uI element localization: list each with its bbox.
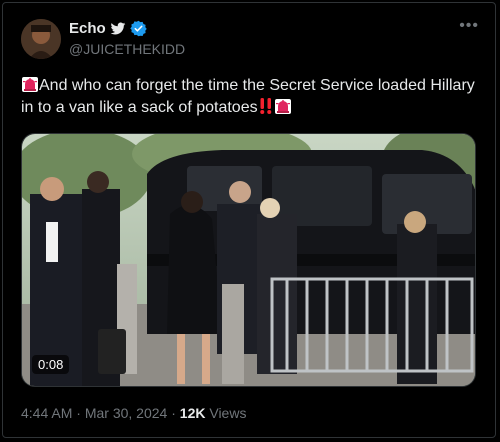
author-name-row: Echo xyxy=(69,20,147,37)
author-name[interactable]: Echo xyxy=(69,20,106,37)
bird-icon xyxy=(110,22,126,34)
avatar[interactable] xyxy=(21,19,61,59)
tweet-card[interactable]: Echo @JUICETHEKIDD ••• And who can forge… xyxy=(2,2,496,438)
video-thumbnail xyxy=(22,134,475,386)
tweet-meta: 4:44 AM · Mar 30, 2024 · 12K Views xyxy=(21,405,246,421)
tweet-date[interactable]: Mar 30, 2024 xyxy=(85,405,168,421)
verified-badge-icon[interactable] xyxy=(129,20,147,37)
siren-emoji xyxy=(22,77,38,92)
avatar-image xyxy=(21,19,61,59)
tweet-time[interactable]: 4:44 AM xyxy=(21,405,72,421)
video-duration: 0:08 xyxy=(32,355,70,374)
tweet-text: And who can forget the time the Secret S… xyxy=(21,75,481,119)
author-handle[interactable]: @JUICETHEKIDD xyxy=(69,41,185,57)
tweet-body: And who can forget the time the Secret S… xyxy=(21,77,475,116)
video-player[interactable]: 0:08 xyxy=(21,133,476,387)
views-label: Views xyxy=(209,405,247,421)
meta-separator: · xyxy=(76,405,81,421)
double-exclamation-emoji xyxy=(259,98,271,114)
siren-emoji xyxy=(274,99,291,114)
more-options-icon[interactable]: ••• xyxy=(459,17,479,35)
views-count: 12K xyxy=(179,405,206,421)
meta-separator: · xyxy=(171,405,176,421)
